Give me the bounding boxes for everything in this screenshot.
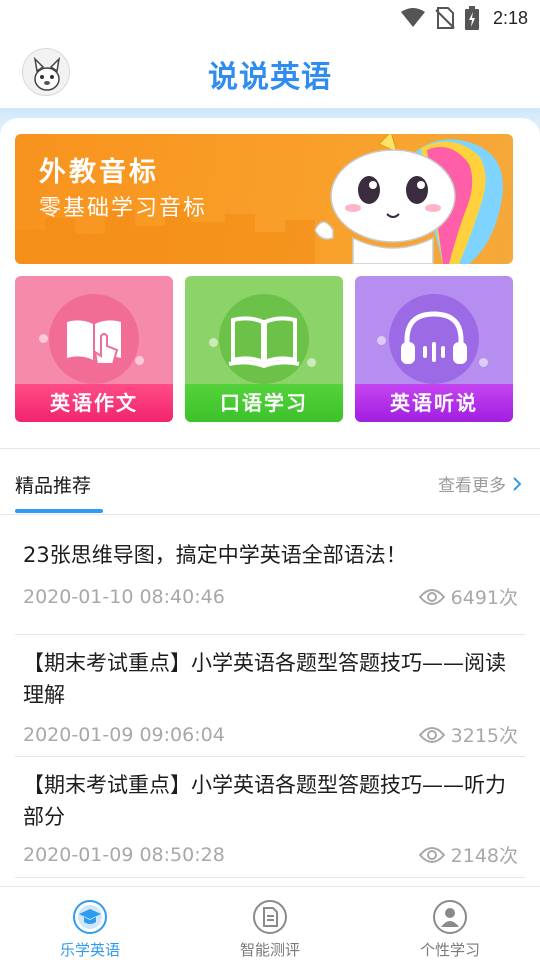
article-date: 2020-01-10 08:40:46: [23, 585, 225, 608]
article-title: 【期末考试重点】小学英语各题型答题技巧——听力部分: [23, 773, 506, 829]
eye-icon: [418, 588, 445, 605]
battery-charging-icon: [464, 6, 479, 30]
status-bar: 2:18: [0, 0, 540, 36]
status-clock: 2:18: [492, 7, 528, 28]
view-count-label: 3215次: [450, 725, 518, 747]
decor-dot: [377, 336, 386, 345]
feature-icon-circle: [49, 294, 139, 384]
feature-label: 英语作文: [15, 384, 173, 422]
eye-icon: [418, 846, 445, 863]
feature-tile-writing[interactable]: 英语作文: [15, 276, 173, 422]
user-icon: [433, 900, 467, 934]
unicorn-icon: [314, 134, 503, 264]
headphones-icon: [401, 311, 467, 364]
see-more-label: 查看更多: [438, 476, 506, 496]
view-count: 6491次: [418, 583, 518, 610]
divider: [15, 877, 525, 878]
nav-label: 乐学英语: [59, 941, 120, 959]
view-count-label: 6491次: [450, 587, 518, 609]
chevron-right-icon: [513, 476, 522, 491]
bottom-nav: 乐学英语 智能测评 个性学习: [0, 886, 540, 960]
article-date: 2020-01-09 09:06:04: [23, 723, 225, 746]
article-meta: 2020-01-09 09:06:04 3215次: [23, 721, 518, 748]
decor-dot: [209, 338, 218, 347]
feature-icon-circle: [389, 294, 479, 384]
nav-item-assessment[interactable]: 智能测评: [180, 887, 360, 960]
phonetics-banner[interactable]: 外教音标 零基础学习音标: [15, 134, 513, 264]
open-book-icon: [228, 316, 300, 369]
document-icon: [253, 900, 287, 934]
article-item[interactable]: 【期末考试重点】小学英语各题型答题技巧——听力部分 2020-01-09 08:…: [0, 757, 540, 879]
graduation-cap-icon: [73, 900, 107, 934]
status-icons: 2:18: [400, 6, 528, 30]
app-header: 说说英语: [0, 36, 540, 108]
wifi-icon: [400, 8, 425, 27]
eye-icon: [418, 726, 445, 743]
decor-dot: [39, 334, 48, 343]
feature-tile-listening[interactable]: 英语听说: [355, 276, 513, 422]
app-title: 说说英语: [208, 60, 332, 95]
feature-grid: 英语作文 口语学习 英语听说: [15, 276, 513, 422]
nav-label: 个性学习: [419, 941, 480, 959]
view-count-label: 2148次: [450, 845, 518, 867]
recommend-header: 精品推荐 查看更多: [0, 449, 540, 515]
banner-subtitle: 零基础学习音标: [39, 196, 208, 221]
book-pointer-icon: [67, 320, 121, 365]
article-title: 23张思维导图，搞定中学英语全部语法！: [23, 543, 407, 567]
view-count: 2148次: [418, 841, 518, 868]
feature-tile-speaking[interactable]: 口语学习: [185, 276, 343, 422]
nav-label: 智能测评: [239, 941, 300, 959]
nav-item-personal[interactable]: 个性学习: [360, 887, 540, 960]
no-sim-icon: [435, 7, 455, 29]
banner-title: 外教音标: [39, 157, 159, 188]
see-more-link[interactable]: 查看更多: [438, 471, 522, 496]
article-date: 2020-01-09 08:50:28: [23, 843, 225, 866]
main-card: 外教音标 零基础学习音标 英语作文 口语学习 英语听说: [0, 118, 540, 448]
feature-icon-circle: [219, 294, 309, 384]
article-meta: 2020-01-09 08:50:28 2148次: [23, 841, 518, 868]
article-item[interactable]: 23张思维导图，搞定中学英语全部语法！ 2020-01-10 08:40:46 …: [0, 515, 540, 635]
feature-label: 英语听说: [355, 384, 513, 422]
decor-dot: [479, 358, 488, 367]
article-title: 【期末考试重点】小学英语各题型答题技巧——阅读理解: [23, 651, 506, 707]
view-count: 3215次: [418, 721, 518, 748]
tab-indicator: [15, 509, 103, 513]
article-item[interactable]: 【期末考试重点】小学英语各题型答题技巧——阅读理解 2020-01-09 09:…: [0, 635, 540, 757]
feature-label: 口语学习: [185, 384, 343, 422]
article-meta: 2020-01-10 08:40:46 6491次: [23, 583, 518, 610]
recommend-title: 精品推荐: [15, 475, 92, 497]
nav-item-learn[interactable]: 乐学英语: [0, 887, 180, 960]
